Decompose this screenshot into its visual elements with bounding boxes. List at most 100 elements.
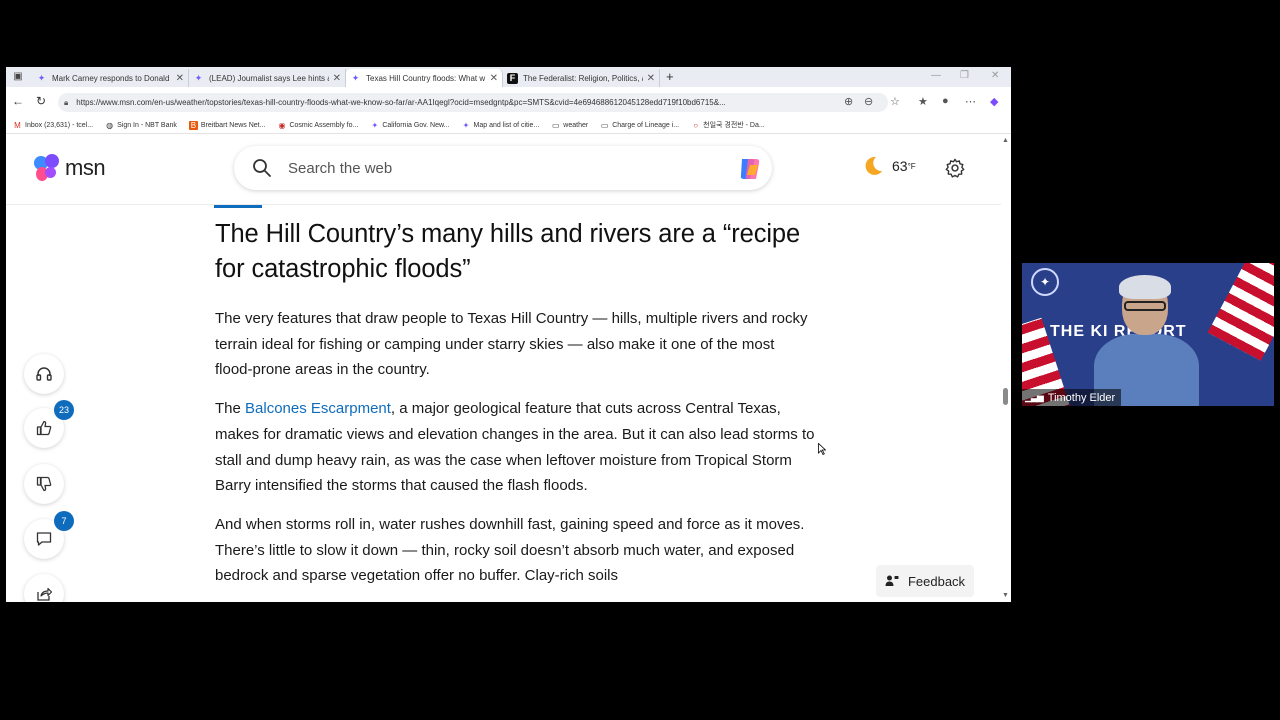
bookmark-gmail[interactable]: M Inbox (23,631) - tcel... bbox=[13, 121, 93, 130]
share-button[interactable] bbox=[24, 574, 64, 602]
comment-count-badge: 7 bbox=[54, 511, 74, 531]
copilot-icon[interactable]: ◆ bbox=[990, 95, 998, 108]
circle-icon: ○ bbox=[693, 120, 699, 130]
url-text: https://www.msn.com/en-us/weather/topsto… bbox=[76, 98, 726, 107]
bookmark-label: Sign In - NBT Bank bbox=[117, 121, 177, 129]
tab-title: Mark Carney responds to Donald bbox=[52, 73, 170, 83]
bookmark-label: Cosmic Assembly fo... bbox=[289, 121, 359, 129]
new-tab-icon[interactable]: + bbox=[666, 69, 674, 84]
weather-widget[interactable]: 63 °F bbox=[862, 155, 916, 177]
tab-3-active[interactable]: ✦ Texas Hill Country floods: What w ✕ bbox=[346, 69, 503, 87]
temperature-unit: °F bbox=[907, 161, 916, 171]
search-box[interactable]: Search the web bbox=[234, 146, 772, 190]
gmail-icon: M bbox=[14, 120, 21, 130]
article-body: The Hill Country’s many hills and rivers… bbox=[215, 217, 815, 589]
bookmark-label: Inbox (23,631) - tcel... bbox=[25, 121, 94, 129]
bookmark-map[interactable]: ✦ Map and list of citie... bbox=[462, 121, 540, 130]
balcones-escarpment-link[interactable]: Balcones Escarpment bbox=[245, 400, 391, 417]
tracking-icon[interactable]: ⊖ bbox=[864, 95, 873, 108]
breitbart-icon: B bbox=[188, 120, 198, 130]
webcam-feed: ✦ THE KI REPORT ▁▃▅ Timothy Elder bbox=[1022, 263, 1274, 406]
tab-2[interactable]: ✦ (LEAD) Journalist says Lee hints at ✕ bbox=[189, 69, 346, 87]
profile-icon[interactable]: ● bbox=[942, 95, 949, 107]
mouse-cursor-icon bbox=[818, 443, 826, 455]
bookmark-lineage[interactable]: ▭ Charge of Lineage i... bbox=[600, 121, 679, 130]
listen-button[interactable] bbox=[24, 354, 64, 394]
zoom-icon[interactable]: ⊕ bbox=[844, 95, 853, 108]
comment-icon bbox=[36, 532, 52, 546]
section-underline bbox=[214, 205, 262, 208]
close-tab-icon[interactable]: ✕ bbox=[176, 73, 184, 84]
share-icon bbox=[37, 587, 53, 601]
feedback-icon bbox=[885, 575, 899, 586]
tab-1[interactable]: ✦ Mark Carney responds to Donald ✕ bbox=[32, 69, 189, 87]
bookmark-label: California Gov. New... bbox=[382, 121, 450, 129]
thumbs-up-icon bbox=[36, 420, 52, 436]
maximize-icon[interactable]: ❐ bbox=[960, 70, 969, 81]
scroll-up-icon[interactable]: ▲ bbox=[1002, 137, 1009, 144]
section-heading: The Hill Country’s many hills and rivers… bbox=[215, 220, 801, 283]
article-paragraph: And when storms roll in, water rushes do… bbox=[215, 515, 805, 585]
like-count-badge: 23 bbox=[54, 400, 74, 420]
close-tab-icon[interactable]: ✕ bbox=[490, 73, 498, 84]
moon-icon bbox=[865, 156, 882, 175]
copilot-icon[interactable] bbox=[736, 155, 764, 183]
more-menu-icon[interactable]: ⋯ bbox=[965, 95, 976, 108]
bookmark-california[interactable]: ✦ California Gov. New... bbox=[370, 121, 449, 130]
gear-icon[interactable] bbox=[944, 157, 966, 179]
folder-icon: ▭ bbox=[600, 120, 609, 130]
bookmark-korean[interactable]: ○ 천일국 경전반 - Da... bbox=[691, 120, 765, 130]
page-scrollbar[interactable]: ▲ ▼ bbox=[1001, 135, 1011, 602]
bookmarks-bar: M Inbox (23,631) - tcel... ◍ Sign In - NBT… bbox=[6, 117, 1011, 134]
signal-bars-icon: ▁▃▅ bbox=[1025, 392, 1044, 402]
thumbs-down-icon bbox=[36, 476, 52, 492]
bookmark-nbt[interactable]: ◍ Sign In - NBT Bank bbox=[105, 121, 177, 130]
search-icon bbox=[253, 159, 271, 177]
feedback-label: Feedback bbox=[907, 573, 966, 589]
feedback-button[interactable]: Feedback bbox=[876, 565, 974, 597]
refresh-icon[interactable]: ↻ bbox=[36, 94, 46, 108]
msn-logo[interactable]: msn bbox=[32, 153, 106, 183]
bookmark-label: Map and list of citie... bbox=[473, 121, 540, 129]
minimize-icon[interactable]: — bbox=[931, 70, 941, 81]
logo-text: msn bbox=[65, 155, 106, 180]
bookmark-label: Breitbart News Net... bbox=[200, 121, 266, 129]
bookmark-weather[interactable]: ▭ weather bbox=[551, 121, 588, 130]
msn-icon: ✦ bbox=[462, 120, 470, 130]
participant-name-tag: ▁▃▅ Timothy Elder bbox=[1022, 389, 1122, 406]
close-tab-icon[interactable]: ✕ bbox=[647, 73, 655, 84]
tab-title: (LEAD) Journalist says Lee hints at bbox=[209, 73, 329, 83]
favorites-icon[interactable]: ★ bbox=[918, 95, 928, 108]
article-paragraph: The very features that draw people to Te… bbox=[215, 310, 808, 379]
tab-4[interactable]: F The Federalist: Religion, Politics, a … bbox=[503, 69, 660, 87]
navigation-bar: ← ↻ 🔒︎ https://www.msn.com/en-us/weather… bbox=[6, 87, 1011, 117]
msn-favicon-icon: ✦ bbox=[194, 72, 203, 83]
folder-icon: ▭ bbox=[552, 120, 560, 130]
site-info-icon[interactable]: 🔒︎ bbox=[64, 98, 68, 108]
back-icon[interactable]: ← bbox=[12, 94, 24, 108]
close-window-icon[interactable]: ✕ bbox=[991, 70, 999, 81]
bookmark-breitbart[interactable]: B Breitbart News Net... bbox=[188, 120, 266, 130]
headphones-icon bbox=[36, 367, 52, 381]
search-placeholder: Search the web bbox=[288, 159, 393, 177]
bookmark-cosmic[interactable]: ◉ Cosmic Assembly fo... bbox=[277, 121, 358, 130]
seal-icon: ✦ bbox=[1031, 268, 1059, 296]
like-button[interactable]: 23 bbox=[24, 400, 74, 448]
temperature-value: 63 bbox=[892, 158, 908, 174]
article-paragraph: The Balcones Escarpment, a major geologi… bbox=[215, 396, 815, 499]
browser-window: ▣ ✦ Mark Carney responds to Donald ✕ ✦ (… bbox=[6, 67, 1011, 602]
favorite-star-icon[interactable]: ☆ bbox=[890, 95, 900, 108]
dislike-button[interactable] bbox=[24, 464, 64, 504]
comments-button[interactable]: 7 bbox=[24, 511, 74, 559]
scroll-down-icon[interactable]: ▼ bbox=[1002, 592, 1009, 599]
participant-name: Timothy Elder bbox=[1047, 391, 1116, 404]
msn-favicon-icon: ✦ bbox=[37, 72, 46, 83]
scrollbar-thumb[interactable] bbox=[1003, 388, 1008, 405]
msn-butterfly-icon bbox=[32, 153, 62, 183]
tab-bar: ▣ ✦ Mark Carney responds to Donald ✕ ✦ (… bbox=[6, 67, 1011, 87]
msn-page: msn Search the web 63 °F 23 7 The Hill C… bbox=[6, 135, 1001, 602]
close-tab-icon[interactable]: ✕ bbox=[333, 73, 341, 84]
workspaces-icon[interactable]: ▣ bbox=[10, 70, 26, 84]
address-bar[interactable]: 🔒︎ https://www.msn.com/en-us/weather/top… bbox=[58, 93, 888, 112]
tab-title: Texas Hill Country floods: What w bbox=[366, 73, 486, 83]
